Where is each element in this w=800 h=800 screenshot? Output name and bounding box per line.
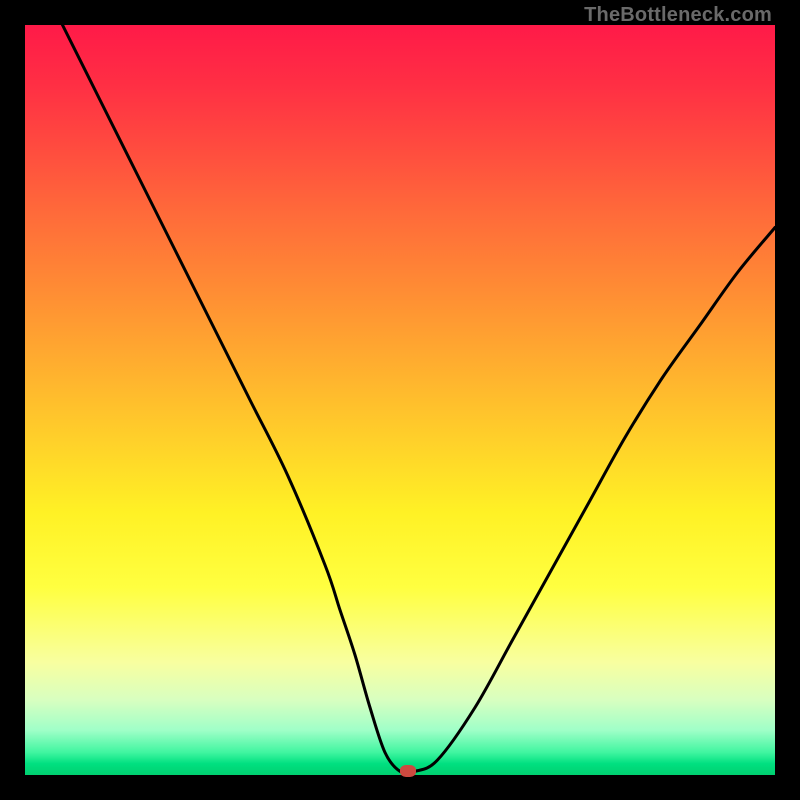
bottleneck-curve <box>25 25 775 775</box>
plot-area <box>25 25 775 775</box>
min-marker <box>400 765 416 777</box>
watermark-text: TheBottleneck.com <box>584 4 772 27</box>
curve-path <box>63 25 776 773</box>
chart-stage: TheBottleneck.com <box>0 0 800 800</box>
